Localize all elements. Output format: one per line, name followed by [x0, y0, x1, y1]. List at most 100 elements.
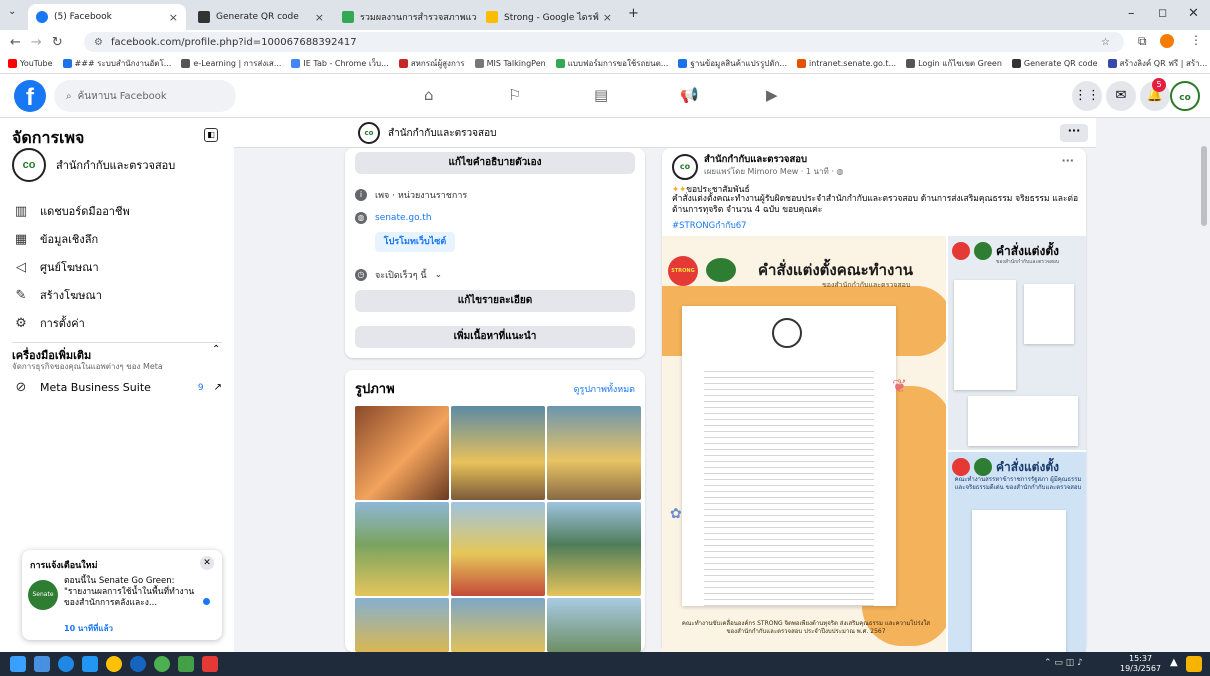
photo-thumbnail[interactable]	[547, 502, 641, 596]
edge-icon[interactable]	[58, 656, 74, 672]
photo-thumbnail[interactable]	[547, 406, 641, 500]
bookmark-item[interactable]: Generate QR code	[1011, 59, 1098, 68]
minimize-icon[interactable]: –	[1128, 6, 1135, 21]
menu-grid-icon[interactable]: ⋮⋮	[1072, 81, 1102, 111]
chrome-menu-icon[interactable]: ⋮	[1190, 33, 1202, 47]
see-all-photos-link[interactable]: ดูรูปภาพทั้งหมด	[574, 382, 635, 396]
task-view-icon[interactable]	[34, 656, 50, 672]
tab-search-icon[interactable]: ⌄	[8, 6, 16, 17]
bookmark-item[interactable]: สหกรณ์ผู้สูงการ	[398, 57, 465, 70]
close-tab-icon[interactable]: ×	[169, 11, 178, 24]
home-icon[interactable]: ⌂	[424, 86, 434, 104]
info-icon: i	[355, 189, 367, 201]
bookmark-item[interactable]: แบบฟอร์มการขอใช้รถยนต...	[555, 57, 668, 70]
flag-icon[interactable]: ⚐	[508, 86, 521, 104]
opening-row[interactable]: ◷ จะเปิดเร็วๆ นี้ ⌄	[355, 268, 442, 282]
post-image-main[interactable]: STRONG คำสั่งแต่งตั้งคณะทำงาน ของสำนักกำ…	[662, 236, 946, 652]
collapse-sidebar-icon[interactable]: ◧	[204, 128, 218, 142]
photo-thumbnail[interactable]	[355, 502, 449, 596]
bookmark-item[interactable]: ฐานข้อมูลสินค้าแปรรูปดัก...	[678, 57, 787, 70]
tab-survey[interactable]: รวมผลงานการสำรวจสภาพแวด ×	[334, 4, 476, 30]
photo-thumbnail[interactable]	[355, 598, 449, 652]
bookmark-item[interactable]: สร้างลิงค์ QR ฟรี | สร้า...	[1107, 57, 1207, 70]
page-avatar[interactable]: co	[1170, 81, 1200, 111]
page-logo[interactable]: co	[358, 122, 380, 144]
megaphone-icon[interactable]: 📢	[680, 86, 699, 104]
tab-google-drive[interactable]: Strong - Google ไดรฟ์ ×	[478, 4, 620, 30]
bookmark-item[interactable]: e-Learning | การส่งเส...	[181, 57, 281, 70]
video-icon[interactable]: ▶	[766, 86, 778, 104]
edit-details-button[interactable]: แก้ไขรายละเอียด	[355, 290, 635, 312]
chevron-up-icon[interactable]: ⌃	[212, 344, 220, 355]
chrome-icon[interactable]	[106, 656, 122, 672]
bookmark-item[interactable]: YouTube	[8, 59, 53, 68]
facebook-search-input[interactable]: ⌕ ค้นหาบน Facebook	[54, 80, 236, 112]
extensions-icon[interactable]: ⧉	[1138, 34, 1147, 49]
photo-thumbnail[interactable]	[451, 502, 545, 596]
post-image-side-2[interactable]: คำสั่งแต่งตั้ง คณะทำงานสรรหาข้าราชการรัฐ…	[948, 452, 1086, 652]
line-app-icon[interactable]	[178, 656, 194, 672]
store-icon[interactable]	[82, 656, 98, 672]
url-field[interactable]: ⚙ facebook.com/profile.php?id=1000676883…	[84, 32, 1124, 52]
bookmark-item[interactable]: MIS TalkingPen	[474, 59, 546, 68]
promote-website-button[interactable]: โปรโมทเว็บไซต์	[375, 232, 455, 252]
close-tab-icon[interactable]: ×	[315, 11, 324, 24]
bookmark-favicon-icon	[181, 59, 191, 68]
outlook-icon[interactable]	[130, 656, 146, 672]
bookmark-item[interactable]: IE Tab - Chrome เว็บ...	[291, 57, 389, 70]
bookmark-star-icon[interactable]: ☆	[1101, 37, 1110, 48]
sidebar-item-ad-center[interactable]: ◁ ศูนย์โฆษณา	[12, 258, 99, 276]
reload-icon[interactable]: ↻	[52, 35, 63, 50]
image-footer: คณะทำงานขับเคลื่อนองค์กร STRONG จิตพอเพี…	[681, 620, 931, 635]
notification-count-badge: 5	[1152, 78, 1166, 92]
photo-thumbnail[interactable]	[451, 406, 545, 500]
close-tab-icon[interactable]: ×	[603, 11, 612, 24]
post-hashtag[interactable]: #STRONGกำกับ67	[672, 218, 747, 232]
bookmark-item[interactable]: Login แก้ไขเขต Green	[906, 57, 1002, 70]
tray-icons[interactable]: ⌃ ▭ ◫ ♪	[1044, 658, 1083, 668]
post-author-avatar[interactable]: co	[672, 154, 698, 180]
post-options-icon[interactable]: ···	[1061, 154, 1074, 167]
messenger-icon[interactable]: ✉	[1106, 81, 1136, 111]
tools-subtitle: จัดการธุรกิจของคุณในแอพต่างๆ ของ Meta	[12, 362, 163, 371]
sidebar-item-meta-business-suite[interactable]: ⊘ Meta Business Suite 9 ↗	[12, 380, 222, 395]
scrollbar-thumb[interactable]	[1201, 146, 1207, 226]
notification-popup[interactable]: การแจ้งเตือนใหม่ ✕ Senate ตอนนี้ใน Senat…	[22, 550, 222, 640]
sidebar-page-link[interactable]: co สำนักกำกับและตรวจสอบ	[12, 148, 175, 182]
tab-generate-qr[interactable]: Generate QR code ×	[190, 4, 332, 30]
chrome-profile-icon[interactable]	[154, 656, 170, 672]
dashboard-icon[interactable]: ▤	[594, 86, 608, 104]
site-info-icon[interactable]: ⚙	[94, 37, 103, 48]
weather-icon[interactable]	[1186, 656, 1202, 672]
document-page	[682, 306, 896, 606]
facebook-logo[interactable]: f	[14, 80, 46, 112]
maximize-icon[interactable]: ◻	[1158, 6, 1167, 19]
page-scrollbar[interactable]	[1198, 118, 1210, 652]
more-options-button[interactable]: ···	[1060, 124, 1088, 142]
website-link[interactable]: senate.go.th	[375, 213, 432, 223]
new-tab-button[interactable]: +	[628, 6, 639, 21]
windows-start-icon[interactable]	[10, 656, 26, 672]
back-icon[interactable]: ←	[10, 35, 21, 50]
clock[interactable]: 15:37 19/3/2567	[1120, 654, 1161, 674]
bookmark-item[interactable]: intranet.senate.go.t...	[797, 59, 896, 68]
pdf-app-icon[interactable]	[202, 656, 218, 672]
forward-icon[interactable]: →	[31, 35, 42, 50]
photo-thumbnail[interactable]	[451, 598, 545, 652]
notification-center-icon[interactable]: ▲	[1170, 657, 1178, 668]
sidebar-item-insights[interactable]: ▦ ข้อมูลเชิงลึก	[12, 230, 98, 248]
sidebar-item-settings[interactable]: ⚙ การตั้งค่า	[12, 314, 85, 332]
close-notification-icon[interactable]: ✕	[200, 556, 214, 570]
tab-facebook[interactable]: (5) Facebook ×	[28, 4, 186, 30]
photo-thumbnail[interactable]	[355, 406, 449, 500]
bookmark-item[interactable]: ### ระบบสำนักงานอัตโ...	[62, 57, 171, 70]
add-featured-button[interactable]: เพิ่มเนื้อหาที่แนะนำ	[355, 326, 635, 348]
post-image-side-1[interactable]: คำสั่งแต่งตั้ง ของสำนักกำกับและตรวจสอบ	[948, 236, 1086, 450]
sidebar-item-label: การตั้งค่า	[40, 317, 85, 330]
close-window-icon[interactable]: ✕	[1188, 6, 1199, 21]
profile-avatar[interactable]	[1160, 34, 1174, 48]
edit-bio-button[interactable]: แก้ไขคำอธิบายตัวเอง	[355, 152, 635, 174]
sidebar-item-create-ad[interactable]: ✎ สร้างโฆษณา	[12, 286, 102, 304]
sidebar-item-dashboard[interactable]: ▥ แดชบอร์ดมืออาชีพ	[12, 202, 130, 220]
photo-thumbnail[interactable]	[547, 598, 641, 652]
